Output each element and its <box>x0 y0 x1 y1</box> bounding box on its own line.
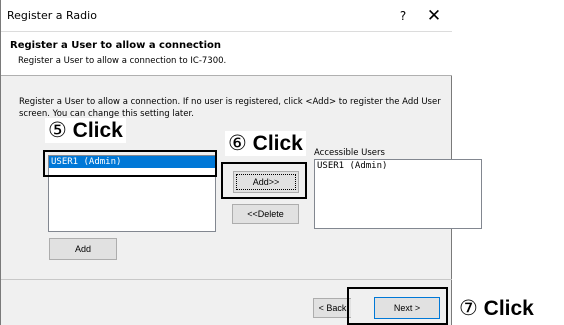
header-title: Register a User to allow a connection <box>10 40 221 51</box>
step7-text: Click <box>483 297 534 320</box>
title-bar: Register a Radio ? ✕ <box>1 0 452 32</box>
step6-highlight-box <box>221 162 307 199</box>
step7-number: ⑦ <box>459 297 478 320</box>
step5-highlight-box <box>43 150 217 177</box>
step7-callout: ⑦ Click <box>457 296 536 321</box>
instruction-text: Register a User to allow a connection. I… <box>19 97 441 119</box>
back-button[interactable]: < Back <box>313 298 351 318</box>
delete-button[interactable]: <<Delete <box>232 204 299 224</box>
step7-highlight-box <box>347 287 448 325</box>
wizard-header: Register a User to allow a connection Re… <box>1 32 452 76</box>
add-user-button[interactable]: Add <box>49 238 117 260</box>
step5-number: ⑤ <box>48 119 67 142</box>
help-button[interactable]: ? <box>392 6 414 26</box>
close-button[interactable]: ✕ <box>421 5 447 27</box>
step5-text: Click <box>72 119 123 142</box>
accessible-users-label: Accessible Users <box>314 148 385 158</box>
step6-text: Click <box>252 132 303 155</box>
footer-divider <box>1 279 452 280</box>
accessible-user-item[interactable]: USER1 (Admin) <box>315 160 481 172</box>
accessible-users-list[interactable]: USER1 (Admin) <box>314 159 482 229</box>
step6-number: ⑥ <box>228 132 247 155</box>
step5-callout: ⑤ Click <box>45 118 126 143</box>
window-title: Register a Radio <box>7 9 97 22</box>
step6-callout: ⑥ Click <box>225 131 306 156</box>
header-subtitle: Register a User to allow a connection to… <box>18 56 227 66</box>
